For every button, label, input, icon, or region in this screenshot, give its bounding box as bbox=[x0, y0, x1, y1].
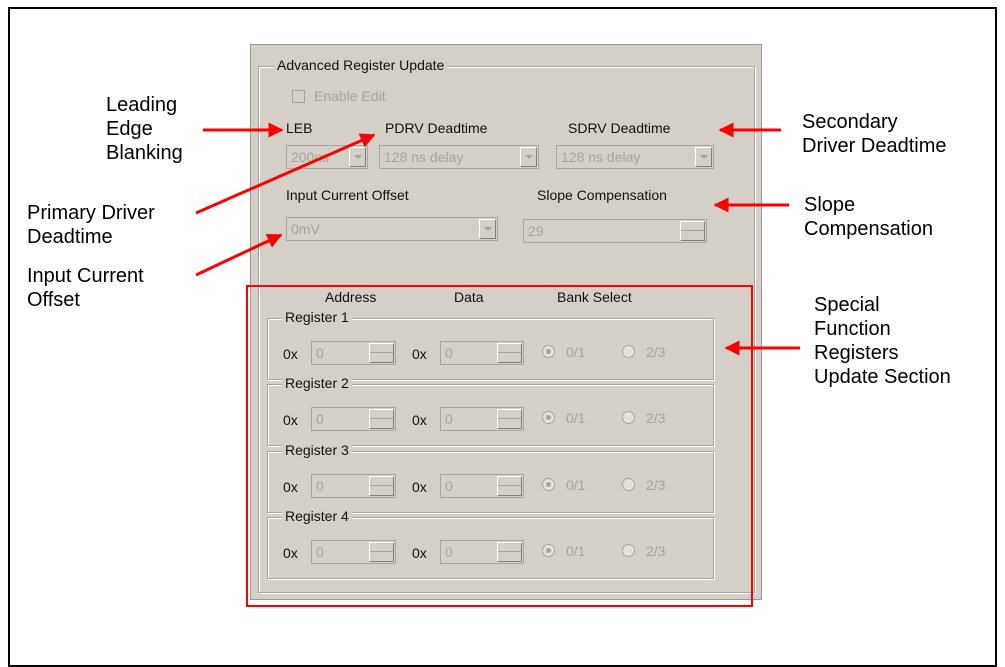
annotation-arrows bbox=[195, 122, 800, 356]
arrow-pdrv bbox=[195, 133, 376, 215]
arrow-input-offset bbox=[195, 233, 283, 277]
